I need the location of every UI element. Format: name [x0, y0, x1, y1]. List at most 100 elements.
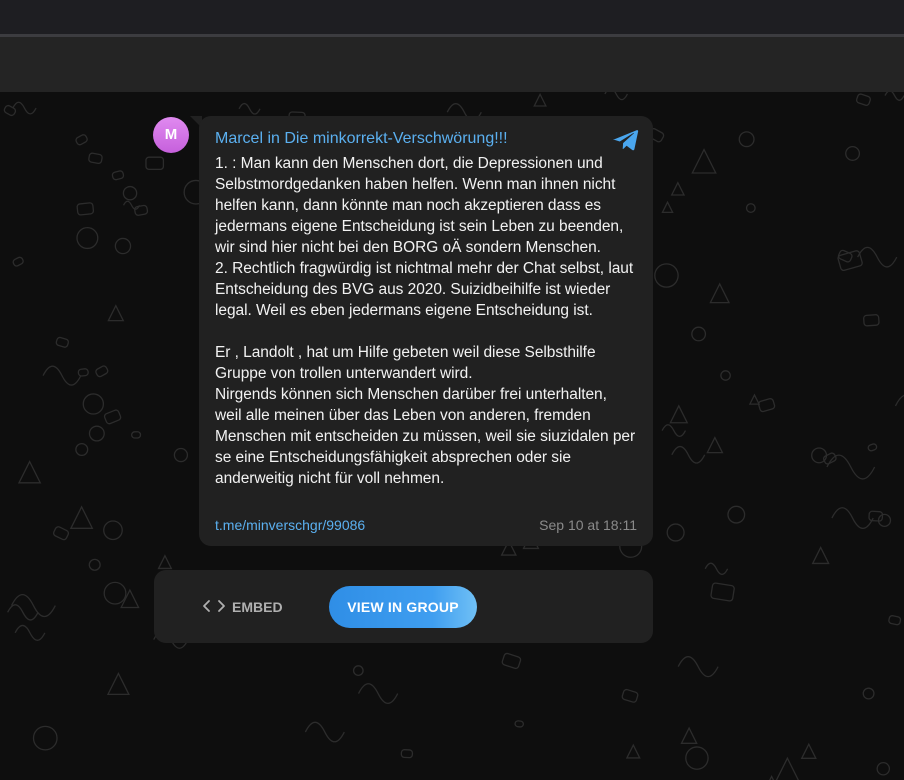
doodle-shape — [122, 200, 141, 210]
doodle-shape — [710, 582, 735, 602]
doodle-shape — [621, 688, 639, 703]
doodle-shape — [134, 204, 149, 216]
view-in-group-button[interactable]: VIEW IN GROUP — [329, 586, 477, 628]
doodle-shape — [12, 101, 37, 115]
doodle-shape — [661, 200, 674, 213]
avatar[interactable]: M — [153, 117, 189, 153]
doodle-shape — [894, 394, 904, 407]
doodle-shape — [42, 365, 82, 386]
doodle-shape — [845, 146, 861, 161]
embed-label: EMBED — [232, 599, 283, 615]
doodle-shape — [669, 404, 689, 424]
doodle-shape — [800, 742, 817, 759]
doodle-shape — [12, 256, 24, 267]
doodle-shape — [88, 558, 101, 571]
doodle-shape — [103, 581, 127, 605]
doodle-shape — [514, 720, 525, 728]
doodle-shape — [884, 92, 904, 101]
doodle-shape — [77, 368, 89, 377]
message-permalink[interactable]: t.me/minverschgr/99086 — [215, 516, 365, 534]
doodle-shape — [867, 443, 878, 452]
doodle-shape — [88, 425, 105, 442]
action-bar: EMBED VIEW IN GROUP — [154, 570, 653, 643]
doodle-shape — [876, 761, 891, 776]
message-paragraph: 1. : Man kann den Menschen dort, die Dep… — [215, 155, 634, 319]
doodle-shape — [670, 181, 686, 196]
doodle-shape — [69, 505, 94, 529]
doodle-shape — [114, 237, 132, 255]
browser-top-bar — [0, 0, 904, 34]
chat-title-link[interactable]: Die minkorrekt-Verschwörung!!! — [284, 130, 507, 147]
doodle-shape — [32, 725, 58, 751]
message-date: Sep 10 at 18:11 — [539, 517, 637, 533]
doodle-shape — [685, 746, 709, 770]
doodle-shape — [758, 398, 776, 413]
doodle-shape — [654, 263, 679, 288]
doodle-shape — [107, 304, 125, 322]
doodle-shape — [111, 170, 125, 181]
doodle-shape — [604, 92, 629, 101]
doodle-shape — [680, 726, 698, 744]
doodle-shape — [95, 365, 109, 378]
doodle-shape — [862, 687, 875, 700]
message-footer: t.me/minverschgr/99086 Sep 10 at 18:11 — [215, 516, 637, 534]
doodle-shape — [173, 447, 189, 463]
telegram-post-page: M Marcel in Die minkorrekt-Verschwörung!… — [0, 0, 904, 780]
doodle-shape — [863, 314, 880, 327]
author-name[interactable]: Marcel — [215, 130, 263, 147]
doodle-shape — [704, 562, 729, 576]
doodle-shape — [720, 370, 731, 381]
doodle-shape — [625, 743, 641, 759]
doodle-shape — [691, 326, 707, 342]
doodle-shape — [666, 523, 685, 542]
doodle-shape — [55, 336, 70, 348]
doodle-shape — [533, 92, 547, 107]
telegram-icon[interactable] — [613, 128, 639, 152]
doodle-shape — [677, 656, 719, 678]
doodle-shape — [727, 505, 746, 524]
doodle-shape — [82, 393, 105, 415]
doodle-shape — [357, 683, 399, 704]
doodle-shape — [52, 526, 70, 541]
doodle-shape — [748, 393, 761, 405]
doodle-shape — [3, 104, 17, 117]
doodle-shape — [14, 624, 46, 641]
in-label: in — [267, 130, 280, 147]
doodle-shape — [304, 721, 345, 743]
doodle-shape — [145, 156, 165, 171]
doodle-shape — [822, 452, 837, 465]
doodle-shape — [857, 246, 898, 268]
doodle-shape — [769, 774, 775, 780]
message-paragraph: Er , Landolt , hat um Hilfe gebeten weil… — [215, 344, 636, 487]
doodle-shape — [76, 202, 95, 216]
doodle-shape — [855, 93, 871, 106]
doodle-shape — [75, 134, 88, 146]
doodle-shape — [661, 424, 687, 438]
doodle-shape — [238, 102, 261, 115]
doodle-shape — [888, 615, 902, 626]
doodle-shape — [400, 749, 414, 759]
doodle-shape — [103, 409, 122, 425]
doodle-shape — [103, 520, 123, 541]
doodle-shape — [106, 671, 130, 696]
doodle-shape — [75, 442, 89, 457]
doodle-shape — [706, 436, 724, 454]
doodle-shape — [352, 665, 364, 676]
doodle-shape — [88, 152, 103, 165]
doodle-shape — [745, 203, 756, 213]
code-brackets-icon — [203, 600, 225, 612]
doodle-shape — [671, 445, 706, 464]
doodle-shape — [738, 131, 755, 148]
message-bubble: Marcel in Die minkorrekt-Verschwörung!!!… — [199, 116, 653, 546]
message-text: 1. : Man kann den Menschen dort, die Dep… — [215, 153, 637, 489]
doodle-shape — [811, 546, 830, 565]
page-header — [0, 37, 904, 92]
doodle-shape — [709, 282, 731, 304]
doodle-shape — [775, 756, 799, 780]
doodle-shape — [122, 185, 138, 201]
embed-button[interactable]: EMBED — [202, 595, 283, 619]
doodle-shape — [131, 431, 142, 439]
doodle-shape — [826, 454, 876, 480]
doodle-shape — [157, 554, 173, 570]
message-header: Marcel in Die minkorrekt-Verschwörung!!! — [215, 128, 639, 152]
